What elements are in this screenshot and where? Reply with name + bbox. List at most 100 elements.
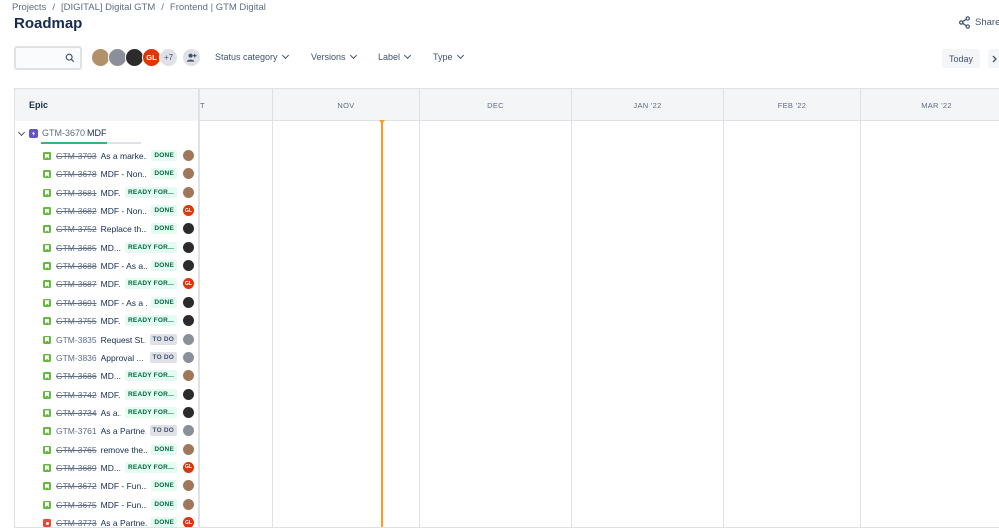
issue-summary[interactable]: As a... [101, 408, 121, 418]
issue-key[interactable]: GTM-3703 [56, 151, 97, 161]
status-badge[interactable]: TO DO [149, 333, 177, 345]
issue-key[interactable]: GTM-3681 [56, 188, 97, 198]
issue-key[interactable]: GTM-3836 [56, 353, 97, 363]
label-filter[interactable]: Label [378, 51, 412, 62]
issue-summary[interactable]: MDF... [101, 188, 121, 198]
versions-filter[interactable]: Versions [311, 51, 357, 62]
issue-key[interactable]: GTM-3689 [56, 463, 97, 473]
status-badge[interactable]: DONE [151, 260, 177, 272]
status-badge[interactable]: DONE [151, 498, 177, 510]
assignee-avatar[interactable] [183, 388, 194, 400]
status-badge[interactable]: TO DO [149, 425, 177, 437]
status-badge[interactable]: READY FOR... [125, 370, 177, 382]
issue-key[interactable]: GTM-3682 [56, 206, 97, 216]
status-badge[interactable]: DONE [151, 150, 177, 161]
issue-key[interactable]: GTM-3675 [56, 500, 97, 510]
issue-key[interactable]: GTM-3765 [56, 445, 97, 455]
assignee-avatar[interactable] [183, 296, 194, 308]
issue-row[interactable]: GTM-3687 MDF... READY FOR... GL [15, 278, 200, 292]
status-badge[interactable]: TO DO [149, 351, 177, 363]
today-button[interactable]: Today [942, 49, 980, 68]
status-category-filter[interactable]: Status category [215, 51, 289, 62]
assignee-avatar[interactable]: GL [183, 278, 194, 290]
issue-row[interactable]: GTM-3672 MDF - Fun... DONE [15, 480, 200, 494]
issue-summary[interactable]: As a marke... [101, 151, 148, 161]
issue-summary[interactable]: MD... [101, 463, 121, 473]
issue-summary[interactable]: MDF - As a ... [101, 298, 148, 308]
assignee-avatar[interactable] [183, 333, 194, 345]
issue-summary[interactable]: As a Partne... [101, 518, 148, 527]
status-badge[interactable]: READY FOR... [125, 186, 177, 198]
breadcrumb-board[interactable]: Frontend | GTM Digital [170, 2, 266, 13]
timeline-options-button[interactable] [988, 49, 999, 68]
assignee-avatar[interactable] [183, 168, 194, 180]
issue-summary[interactable]: MDF... [101, 390, 121, 400]
epic-key[interactable]: GTM-3670 [42, 128, 85, 138]
assignee-avatar[interactable] [183, 150, 194, 161]
issue-summary[interactable]: MDF - Fun... [101, 481, 148, 491]
type-filter[interactable]: Type [433, 51, 464, 62]
status-badge[interactable]: READY FOR... [125, 406, 177, 418]
issue-summary[interactable]: As a Partne... [101, 426, 146, 436]
issue-summary[interactable]: MDF - Non... [101, 206, 148, 216]
issue-summary[interactable]: MD... [101, 371, 121, 381]
issue-row[interactable]: GTM-3686 MD... READY FOR... [15, 370, 200, 384]
search-input[interactable] [14, 46, 82, 70]
issue-summary[interactable]: Replace th... [101, 224, 148, 234]
issue-summary[interactable]: remove the... [101, 445, 148, 455]
status-badge[interactable]: DONE [151, 168, 177, 180]
issue-summary[interactable]: MDF... [101, 279, 121, 289]
issue-key[interactable]: GTM-3752 [56, 224, 97, 234]
issue-key[interactable]: GTM-3672 [56, 481, 97, 491]
assignee-avatar[interactable] [183, 223, 194, 235]
issue-row[interactable]: GTM-3742 MDF... READY FOR... [15, 388, 200, 403]
issue-summary[interactable]: Approval ... [101, 353, 146, 363]
issue-key[interactable]: GTM-3687 [56, 279, 97, 289]
issue-key[interactable]: GTM-3688 [56, 261, 97, 271]
add-people-button[interactable] [182, 48, 201, 67]
status-badge[interactable]: DONE [151, 223, 177, 235]
assignee-avatar[interactable]: GL [183, 517, 194, 527]
assignee-avatar[interactable]: GL [183, 205, 194, 217]
issue-summary[interactable]: MDF - Non... [101, 169, 148, 179]
issue-row[interactable]: GTM-3682 MDF - Non... DONE GL [15, 205, 200, 219]
status-badge[interactable]: READY FOR... [125, 241, 177, 253]
issue-summary[interactable]: MD... [101, 243, 121, 253]
chevron-down-icon[interactable] [17, 128, 26, 137]
assignee-avatar[interactable] [183, 480, 194, 492]
issue-key[interactable]: GTM-3835 [56, 335, 97, 345]
issue-row[interactable]: GTM-3689 MD... READY FOR... GL [15, 461, 200, 476]
assignee-avatar[interactable] [183, 406, 194, 418]
issue-key[interactable]: GTM-3686 [56, 371, 97, 381]
assignee-avatar[interactable] [183, 241, 194, 253]
issue-row[interactable]: GTM-3761 As a Partne...TO DO [15, 425, 200, 439]
issue-row[interactable]: GTM-3685 MD... READY FOR... [15, 241, 200, 256]
issue-row[interactable]: GTM-3678 MDF - Non... DONE [15, 168, 200, 182]
issue-row[interactable]: GTM-3773 As a Partne... DONE GL [15, 517, 200, 527]
issue-key[interactable]: GTM-3691 [56, 298, 97, 308]
epic-row[interactable]: GTM-3670 MDF [15, 128, 200, 140]
status-badge[interactable]: DONE [151, 205, 177, 217]
status-badge[interactable]: READY FOR... [125, 388, 177, 400]
issue-summary[interactable]: Request St... [101, 335, 146, 345]
share-button[interactable]: Share [958, 16, 999, 29]
issue-key[interactable]: GTM-3734 [56, 408, 97, 418]
assignee-avatar[interactable] [183, 498, 194, 510]
issue-key[interactable]: GTM-3678 [56, 169, 97, 179]
issue-row[interactable]: GTM-3681 MDF... READY FOR... [15, 186, 200, 201]
issue-key[interactable]: GTM-3755 [56, 316, 97, 326]
issue-summary[interactable]: MDF - As a... [101, 261, 148, 271]
issue-row[interactable]: GTM-3675 MDF - Fun... DONE [15, 498, 200, 513]
assignee-avatar[interactable] [183, 351, 194, 363]
issue-row[interactable]: GTM-3755 MDF... READY FOR... [15, 315, 200, 329]
issue-row[interactable]: GTM-3765 remove the... DONE [15, 443, 200, 458]
assignee-avatar[interactable] [183, 260, 194, 272]
issue-key[interactable]: GTM-3742 [56, 390, 97, 400]
issue-summary[interactable]: MDF... [101, 316, 121, 326]
breadcrumb-project[interactable]: [DIGITAL] Digital GTM [61, 2, 155, 13]
issue-key[interactable]: GTM-3761 [56, 426, 97, 436]
assignee-avatar[interactable]: GL [183, 461, 194, 473]
breadcrumb-projects[interactable]: Projects [12, 2, 46, 13]
assignee-avatar[interactable] [183, 425, 194, 437]
epic-name[interactable]: MDF [87, 128, 107, 138]
